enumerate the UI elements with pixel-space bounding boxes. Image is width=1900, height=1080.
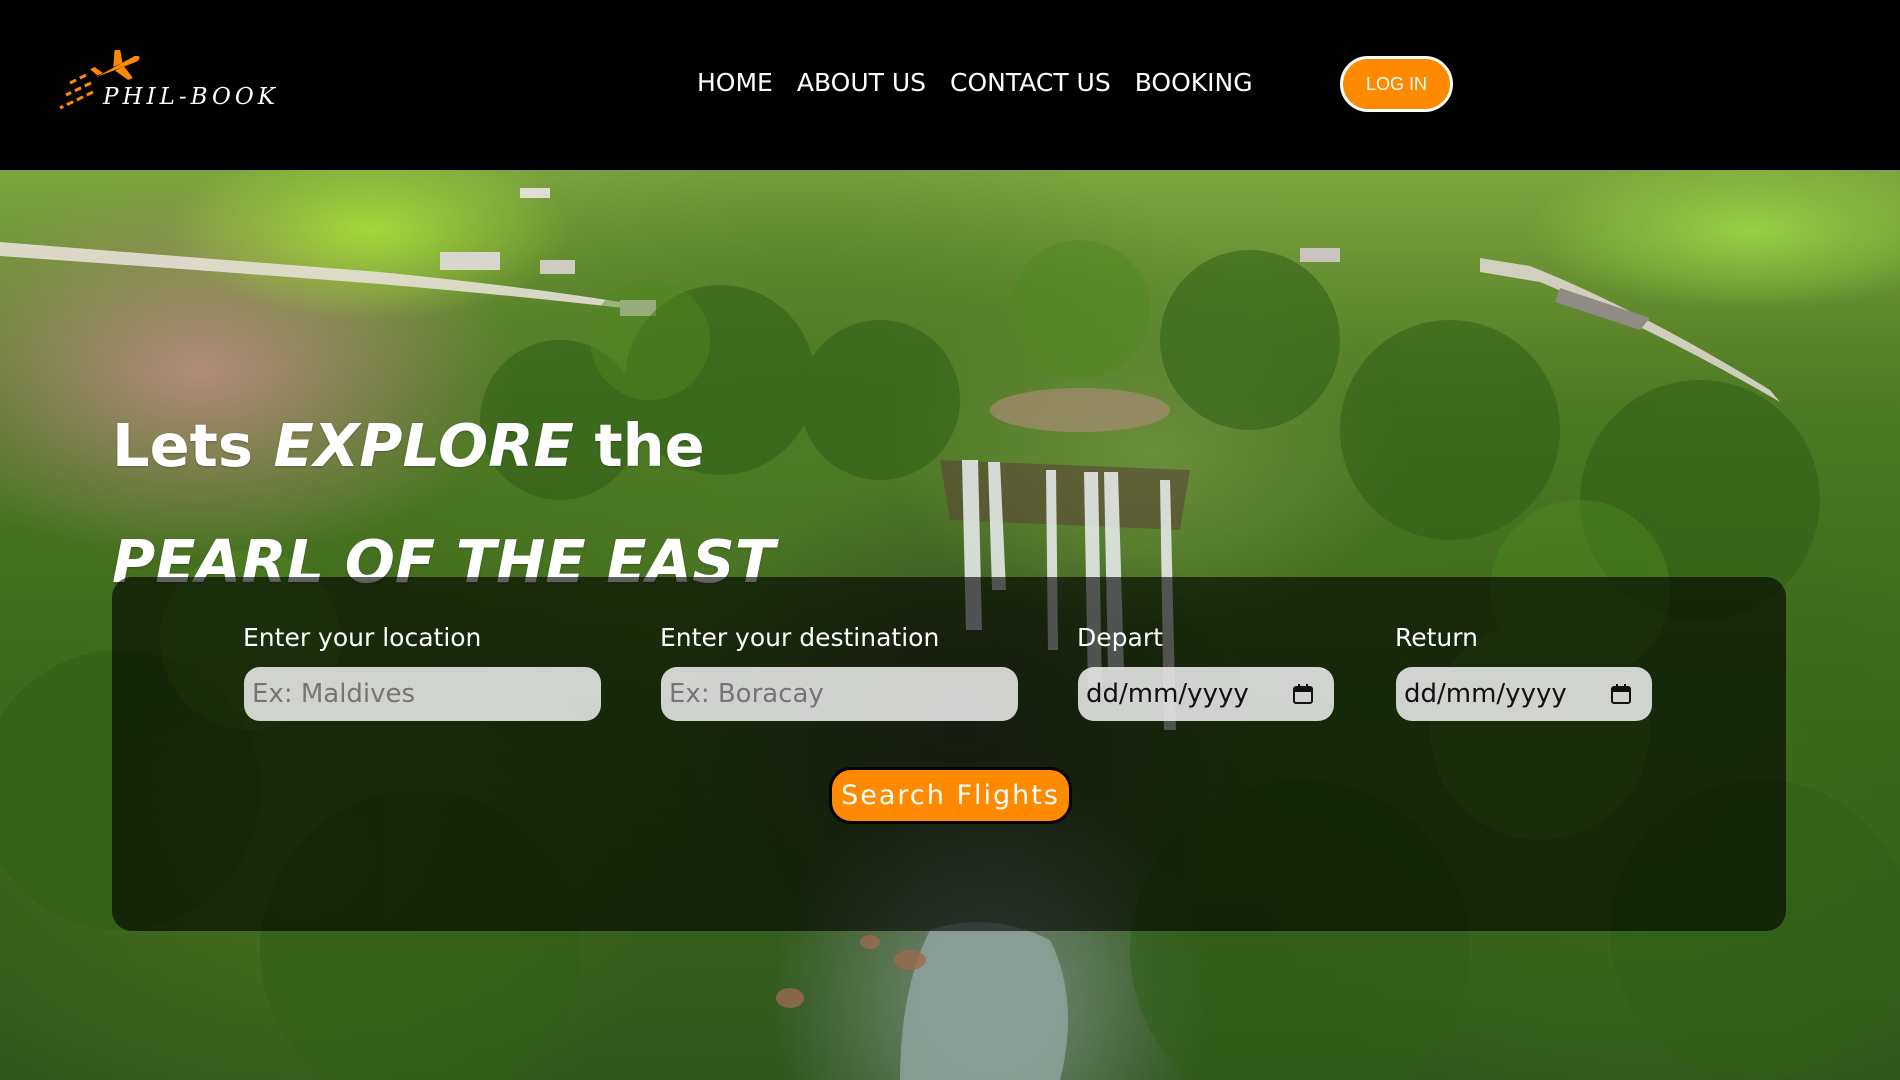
calendar-icon[interactable] [1610, 683, 1632, 705]
nav-home[interactable]: HOME [697, 68, 773, 97]
depart-date-value: dd/mm/yyyy [1086, 679, 1249, 709]
depart-date-input[interactable]: dd/mm/yyyy [1078, 667, 1334, 721]
hero-emphasis: EXPLORE [273, 411, 574, 480]
depart-label: Depart [1077, 623, 1163, 652]
nav-contact-us[interactable]: CONTACT US [950, 68, 1111, 97]
login-button[interactable]: LOG IN [1340, 56, 1453, 112]
nav-booking[interactable]: BOOKING [1135, 68, 1253, 97]
search-flights-button[interactable]: Search Flights [829, 767, 1072, 824]
return-label: Return [1395, 623, 1478, 652]
calendar-icon[interactable] [1292, 683, 1314, 705]
brand-name: PHIL-BOOK [103, 84, 279, 110]
flight-search-panel: Enter your location Enter your destinati… [112, 577, 1786, 931]
return-date-input[interactable]: dd/mm/yyyy [1396, 667, 1652, 721]
location-label: Enter your location [243, 623, 482, 652]
page: PHIL-BOOK HOME ABOUT US CONTACT US BOOKI… [0, 0, 1900, 1080]
nav-about-us[interactable]: ABOUT US [797, 68, 926, 97]
destination-label: Enter your destination [660, 623, 940, 652]
location-input[interactable] [244, 667, 601, 721]
brand-logo[interactable]: PHIL-BOOK [58, 50, 288, 120]
hero-prefix: Lets [112, 411, 253, 480]
destination-input[interactable] [661, 667, 1018, 721]
hero-background: Lets EXPLORE the PEARL OF THE EAST Enter… [0, 170, 1900, 1080]
hero-line1: Lets EXPLORE the [112, 411, 705, 480]
main-nav: HOME ABOUT US CONTACT US BOOKING [697, 68, 1253, 97]
top-navbar: PHIL-BOOK HOME ABOUT US CONTACT US BOOKI… [0, 0, 1900, 170]
hero-suffix: the [594, 411, 705, 480]
return-date-value: dd/mm/yyyy [1404, 679, 1567, 709]
